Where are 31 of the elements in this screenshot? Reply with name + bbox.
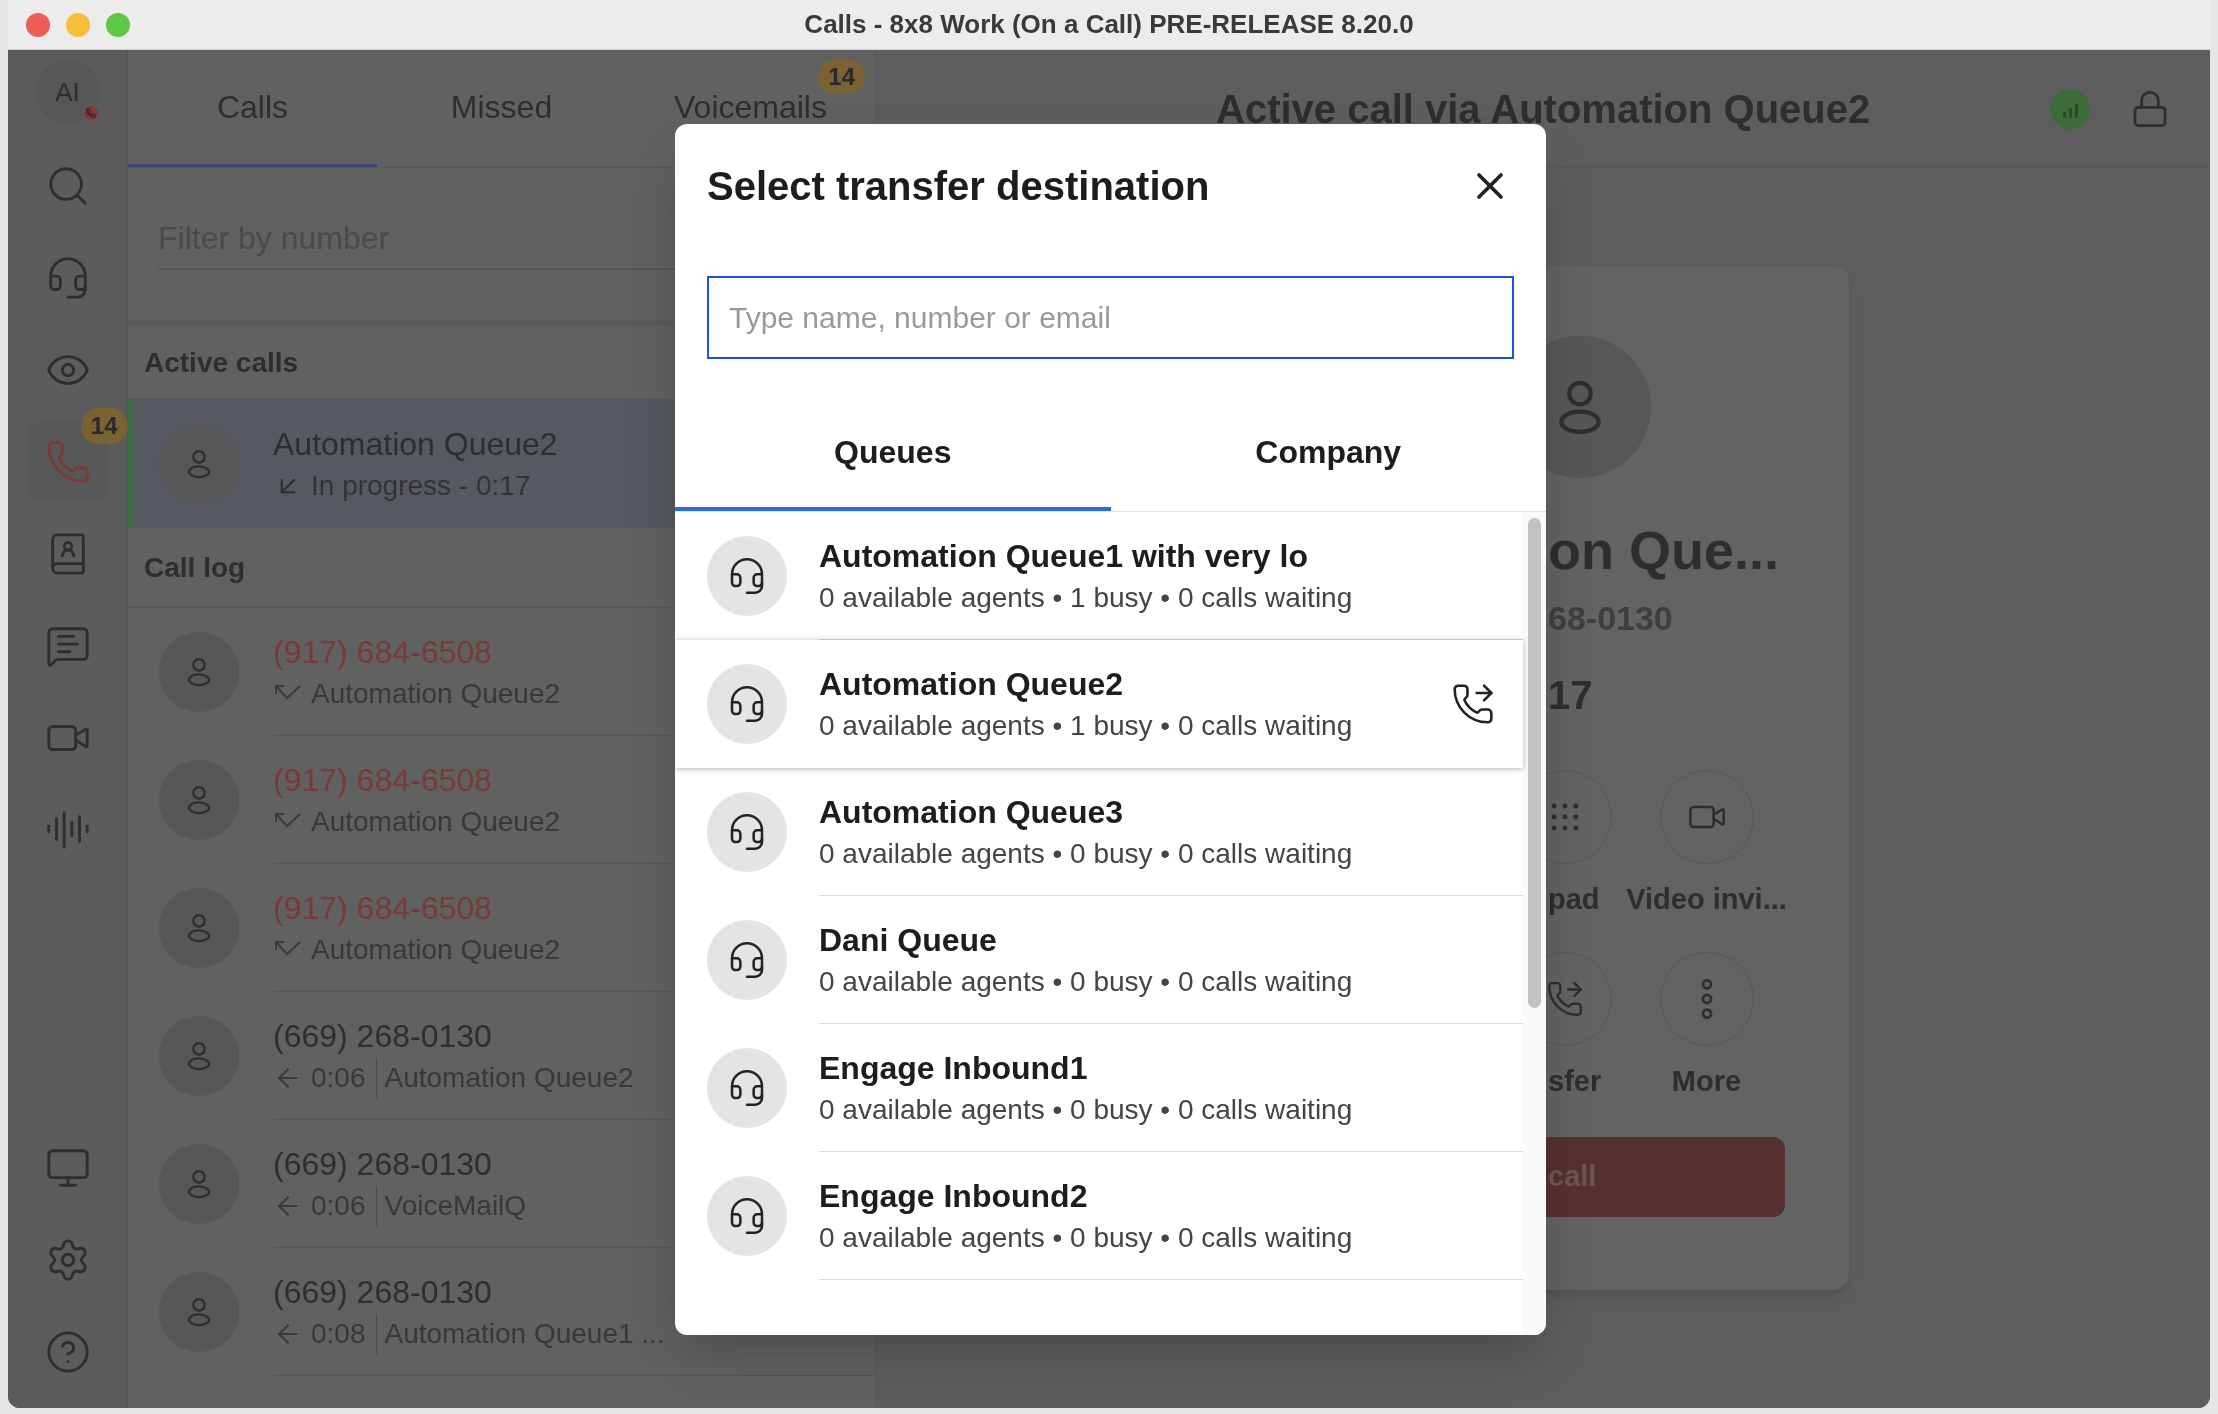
dialog-tab[interactable]: Company xyxy=(1110,396,1546,511)
queue-item[interactable]: Dani Queue 0 available agents • 0 busy • 0 calls waiting xyxy=(675,896,1523,1024)
maximize-window-button[interactable] xyxy=(106,12,130,37)
transfer-icon[interactable] xyxy=(1451,682,1495,726)
count-badge: 14 xyxy=(80,408,128,444)
count-badge: 14 xyxy=(818,60,865,94)
scrollbar[interactable] xyxy=(1523,512,1546,1335)
queue-name: Engage Inbound1 xyxy=(819,1048,1089,1088)
window-title: Calls - 8x8 Work (On a Call) PRE-RELEASE 8.20.0 xyxy=(804,8,1414,41)
queue-name: Automation Queue2 xyxy=(819,665,1124,704)
queue-name: Automation Queue3 xyxy=(819,792,1124,832)
transfer-icon xyxy=(1546,979,1584,1018)
queue-item[interactable]: Automation Queue3 0 available agents • 0 busy • 0 calls waiting xyxy=(675,768,1523,896)
queue-name: Dani Queue xyxy=(819,920,998,960)
dialog-title: Select transfer destination xyxy=(707,163,1210,210)
phone-icon xyxy=(44,439,91,485)
queue-item[interactable]: Automation Queue2 0 available agents • 1 busy • 0 calls waiting xyxy=(675,640,1523,768)
queue-stats: 0 available agents • 0 busy • 0 calls waiting xyxy=(819,964,1354,999)
keypad-icon xyxy=(1551,803,1579,831)
queue-name: Automation Queue1 with very lo xyxy=(819,536,1309,576)
help-icon xyxy=(44,1329,91,1375)
dialog-tab[interactable]: Queues xyxy=(675,396,1111,511)
queue-stats: 0 available agents • 1 busy • 0 calls waiting xyxy=(819,709,1354,743)
minimize-window-button[interactable] xyxy=(66,12,90,37)
search-field[interactable]: Type name, number or email xyxy=(707,276,1514,359)
queue-stats: 0 available agents • 1 busy • 0 calls waiting xyxy=(819,580,1354,615)
queue-stats: 0 available agents • 0 busy • 0 calls waiting xyxy=(819,1092,1354,1127)
queue-name: Engage Inbound2 xyxy=(819,1176,1089,1216)
close-window-button[interactable] xyxy=(26,12,50,37)
queue-stats: 0 available agents • 0 busy • 0 calls waiting xyxy=(819,836,1354,871)
queue-stats: 0 available agents • 0 busy • 0 calls waiting xyxy=(819,1220,1354,1255)
